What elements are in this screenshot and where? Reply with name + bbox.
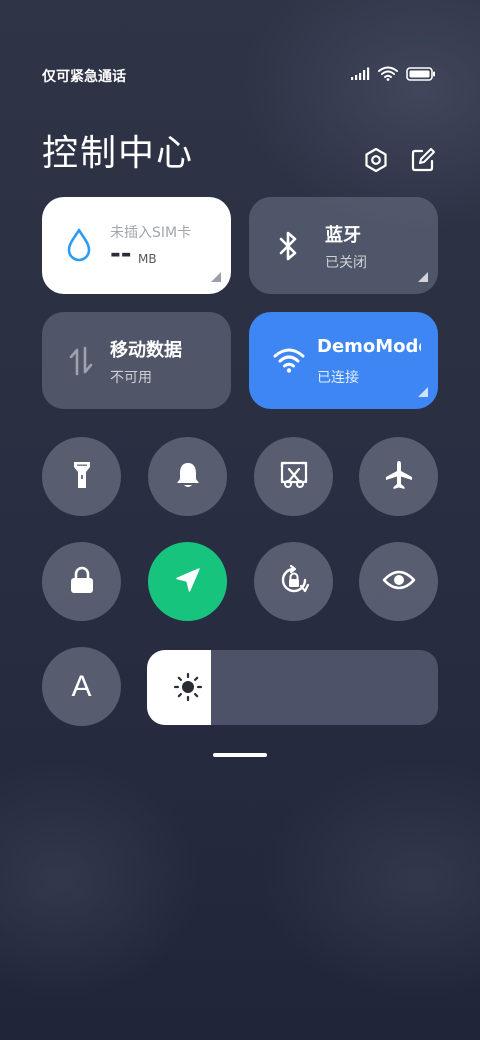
status-carrier-text: 仅可紧急通话 [42,69,126,85]
location-toggle[interactable] [148,542,227,621]
lock-icon [68,565,96,599]
settings-icon[interactable] [362,146,390,174]
battery-icon [406,66,436,85]
flashlight-icon [69,460,95,494]
location-icon [173,565,203,599]
screenshot-toggle[interactable] [254,437,333,516]
mobile-data-icon [66,344,96,378]
rotation-lock-icon [277,563,311,601]
bluetooth-status: 已关闭 [325,255,367,271]
wifi-icon [378,66,398,85]
wifi-network-name: DemoMode [317,336,421,357]
bluetooth-tile[interactable]: 蓝牙 已关闭 [249,197,438,294]
page-title: 控制中心 [42,133,195,174]
bell-icon [174,460,202,494]
bluetooth-label: 蓝牙 [325,225,361,246]
brightness-slider[interactable] [147,650,438,725]
data-usage-unit: MB [138,252,157,266]
font-letter: A [71,669,92,703]
data-usage-tile[interactable]: 未插入SIM卡 -- MB [42,197,231,294]
wifi-status: 已连接 [317,370,359,386]
mobile-data-tile[interactable]: 移动数据 不可用 [42,312,231,409]
data-usage-value: -- [110,239,132,269]
mobile-data-label: 移动数据 [110,340,182,361]
water-drop-icon [64,227,94,262]
screen-lock-toggle[interactable] [42,542,121,621]
expand-corner-icon [211,272,221,282]
eye-icon [382,568,416,596]
status-icons [350,66,436,85]
wifi-tile[interactable]: DemoMode 已连接 [249,312,438,409]
brightness-icon [173,672,203,706]
drawer-handle[interactable] [213,753,267,757]
expand-corner-icon [418,272,428,282]
reading-mode-toggle[interactable] [359,542,438,621]
wifi-icon [273,346,305,380]
bluetooth-icon [273,229,303,263]
flashlight-toggle[interactable] [42,437,121,516]
signal-icon [350,66,370,85]
mobile-data-status: 不可用 [110,370,152,386]
airplane-mode-toggle[interactable] [359,437,438,516]
rotation-lock-toggle[interactable] [254,542,333,621]
edit-icon[interactable] [409,146,437,174]
expand-corner-icon [418,387,428,397]
screenshot-icon [279,460,309,494]
airplane-icon [383,459,415,495]
font-size-button[interactable]: A [42,647,121,726]
silent-toggle[interactable] [148,437,227,516]
